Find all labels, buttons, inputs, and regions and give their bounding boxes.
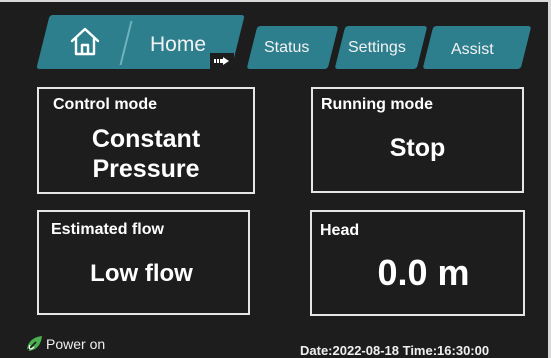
cursor-icon [210, 53, 234, 69]
running-mode-value: Stop [389, 134, 446, 162]
running-mode-title: Running mode [321, 96, 433, 113]
control-mode-value-line2: Pressure [92, 155, 200, 183]
tab-settings-label: Settings [348, 39, 406, 56]
estimated-flow-title: Estimated flow [51, 221, 164, 238]
tab-home-label: Home [150, 33, 207, 56]
estimated-flow-value: Low flow [90, 260, 193, 287]
estimated-flow-panel[interactable]: Estimated flow Low flow [37, 210, 250, 315]
tab-assist-label: Assist [451, 41, 494, 58]
leaf-icon [26, 336, 42, 352]
power-status: Power on [24, 334, 105, 354]
datetime-label: Date:2022-08-18 Time:16:30:00 [300, 343, 490, 358]
power-status-label: Power on [46, 336, 106, 352]
tab-status-label: Status [264, 39, 310, 56]
control-mode-value-line1: Constant [91, 125, 201, 153]
head-panel[interactable]: Head 0.0 m [310, 210, 525, 316]
head-title: Head [320, 222, 360, 239]
running-mode-panel[interactable]: Running mode Stop [311, 87, 524, 193]
head-value: 0.0 m [377, 252, 470, 293]
control-mode-panel[interactable]: Control mode Constant Pressure [37, 87, 255, 194]
home-icon[interactable] [68, 24, 102, 58]
control-mode-title: Control mode [53, 96, 157, 113]
